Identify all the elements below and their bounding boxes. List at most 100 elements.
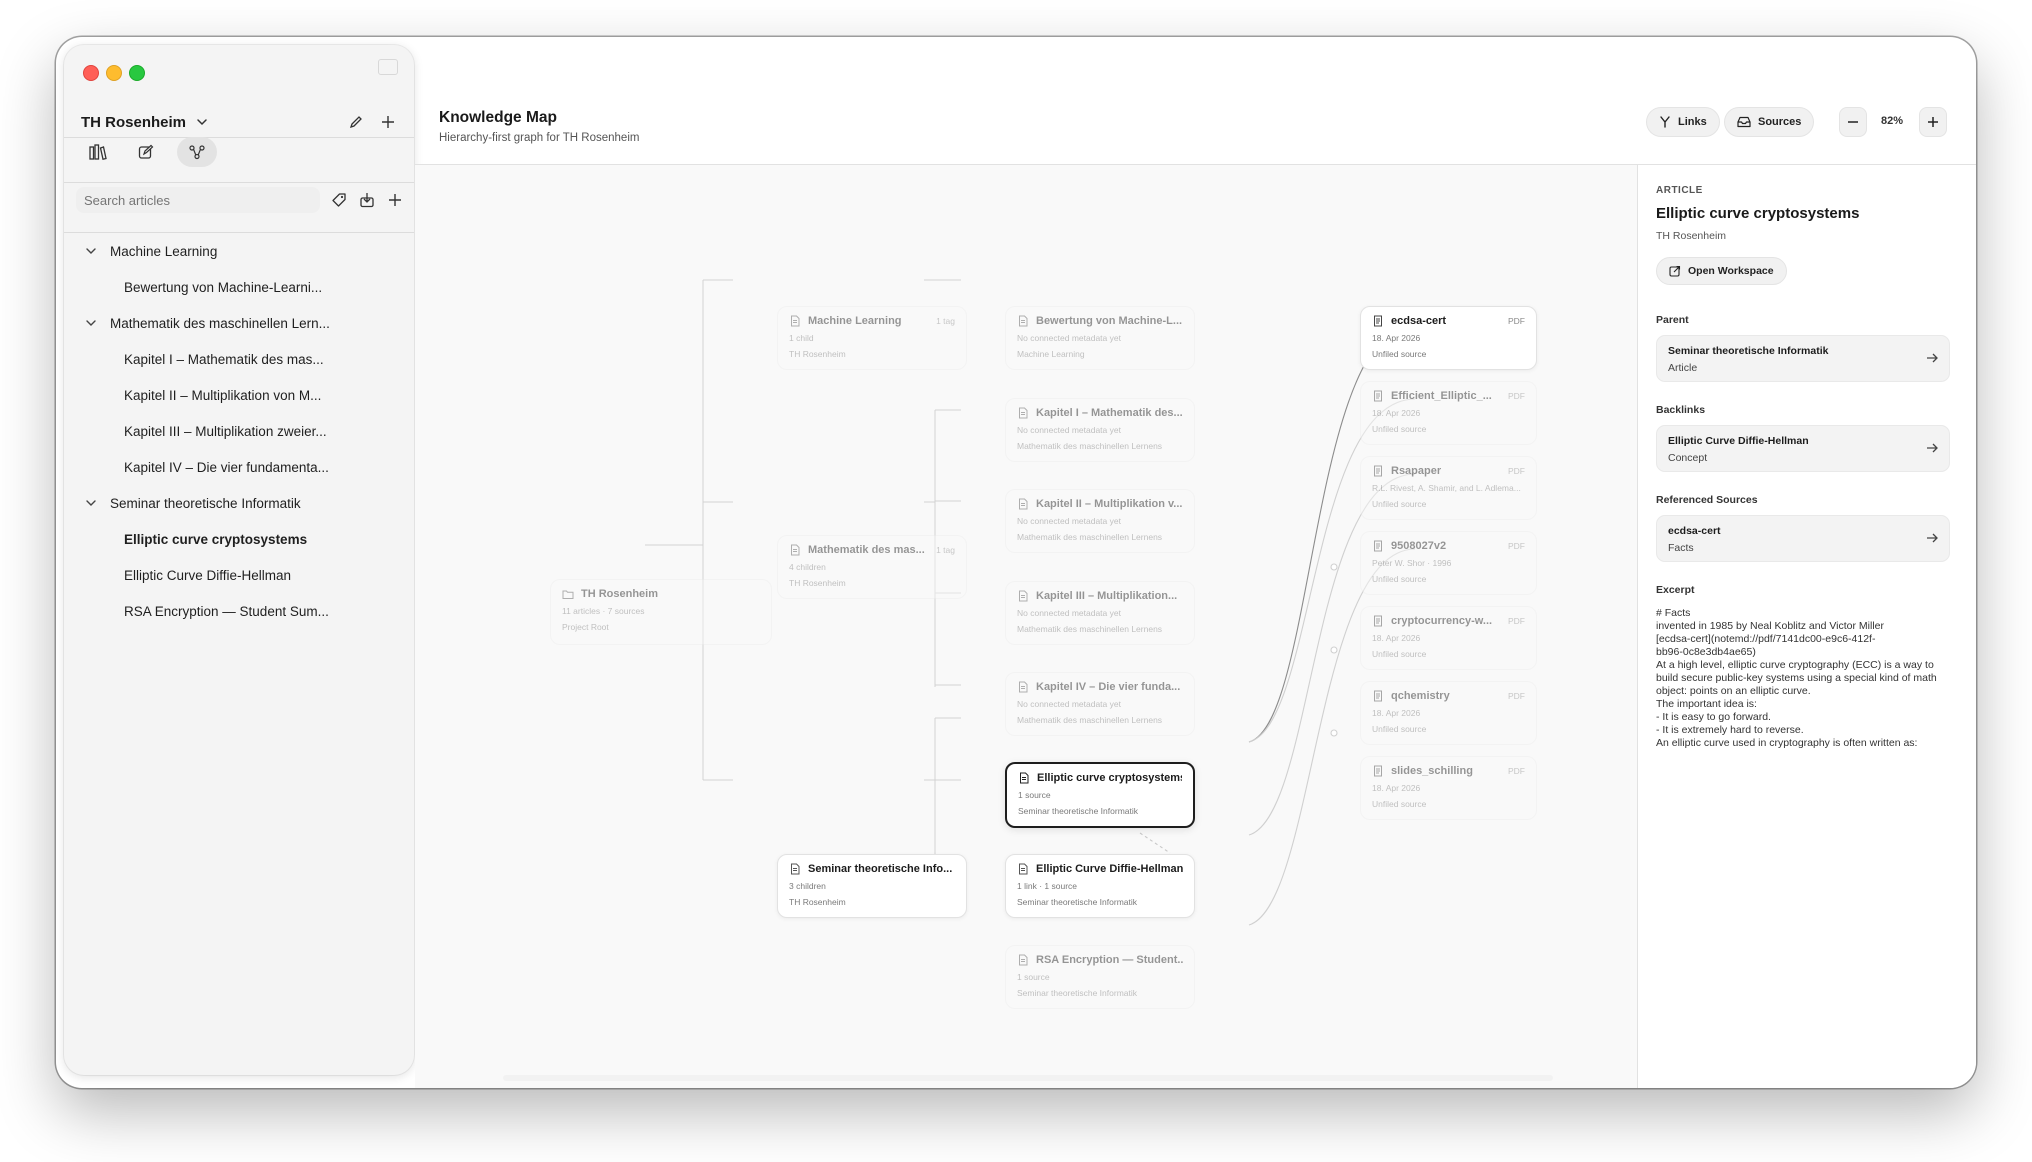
graph-node-source[interactable]: ecdsa-cert PDF 18. Apr 2026 Unfiled sour… xyxy=(1360,306,1537,370)
node-title: ecdsa-cert xyxy=(1391,315,1447,327)
graph-view-button[interactable] xyxy=(177,137,217,167)
workspace-title[interactable]: TH Rosenheim xyxy=(81,114,186,131)
zoom-out-button[interactable] xyxy=(1839,107,1867,137)
document-icon xyxy=(1019,681,1028,693)
graph-node-topic[interactable]: Machine Learning 1 tag 1 child TH Rosenh… xyxy=(777,306,967,370)
node-title: Elliptic curve cryptosystems xyxy=(1037,772,1182,784)
graph-node-article[interactable]: Kapitel III – Multiplikation... No conne… xyxy=(1005,581,1195,645)
tree-item[interactable]: RSA Encryption — Student Sum... xyxy=(64,593,414,629)
tree-folder[interactable]: Seminar theoretische Informatik xyxy=(64,485,414,521)
tree-item[interactable]: Kapitel III – Multiplikation zweier... xyxy=(64,413,414,449)
graph-node-source[interactable]: Rsapaper PDF R.L. Rivest, A. Shamir, and… xyxy=(1360,456,1537,520)
graph-canvas[interactable]: TH Rosenheim 11 articles · 7 sources Pro… xyxy=(415,165,1637,1088)
node-meta: TH Rosenheim xyxy=(789,578,846,588)
graph-node-topic[interactable]: Mathematik des mas... 1 tag 4 children T… xyxy=(777,535,967,599)
document-icon xyxy=(791,544,800,556)
tree-item[interactable]: Bewertung von Machine-Learni... xyxy=(64,269,414,305)
node-meta: Mathematik des maschinellen Lernens xyxy=(1017,715,1163,725)
node-badge: PDF xyxy=(1508,691,1525,701)
tree-item[interactable]: Kapitel I – Mathematik des mas... xyxy=(64,341,414,377)
chevron-down-icon[interactable] xyxy=(84,496,98,510)
import-icon[interactable] xyxy=(358,191,376,209)
links-toggle-button[interactable]: Links xyxy=(1646,107,1720,137)
tree-item-label: Kapitel IV – Die vier fundamenta... xyxy=(124,459,329,475)
node-title: Machine Learning xyxy=(808,315,902,327)
card-title: Seminar theoretische Informatik xyxy=(1668,345,1829,357)
tag-icon[interactable] xyxy=(330,191,348,209)
open-external-icon xyxy=(1669,265,1681,277)
canvas-scrollbar[interactable] xyxy=(503,1075,1553,1081)
sidebar-toggle-icon[interactable] xyxy=(378,59,398,75)
card-subtitle: Facts xyxy=(1668,542,1694,554)
tree-item-label: Elliptic curve cryptosystems xyxy=(124,531,308,547)
chevron-down-icon[interactable] xyxy=(84,244,98,258)
links-label: Links xyxy=(1678,116,1707,128)
tree-folder[interactable]: Machine Learning xyxy=(64,233,414,269)
plus-icon xyxy=(1928,117,1938,127)
graph-node-source[interactable]: slides_schilling PDF 18. Apr 2026 Unfile… xyxy=(1360,756,1537,820)
graph-node-article[interactable]: Bewertung von Machine-L... No connected … xyxy=(1005,306,1195,370)
node-meta: Seminar theoretische Informatik xyxy=(1018,806,1138,816)
node-meta: No connected metadata yet xyxy=(1017,699,1121,709)
node-meta: Unfiled source xyxy=(1372,424,1427,434)
zoom-in-button[interactable] xyxy=(1919,107,1947,137)
edit-icon[interactable] xyxy=(347,113,365,131)
node-badge: PDF xyxy=(1508,616,1525,626)
minimize-window-button[interactable] xyxy=(106,65,122,81)
node-title: TH Rosenheim xyxy=(581,588,659,600)
editor-view-button[interactable] xyxy=(129,137,163,167)
backlink-card[interactable]: Elliptic Curve Diffie-Hellman Concept xyxy=(1656,425,1950,472)
excerpt-line: # Facts xyxy=(1656,607,1691,619)
arrow-right-icon xyxy=(1927,353,1938,363)
graph-node-topic[interactable]: Seminar theoretische Info... 3 children … xyxy=(777,854,967,918)
node-title: cryptocurrency-w... xyxy=(1391,615,1493,627)
source-card[interactable]: ecdsa-cert Facts xyxy=(1656,515,1950,562)
node-meta: 11 articles · 7 sources xyxy=(562,606,645,616)
add-icon[interactable] xyxy=(379,113,397,131)
library-view-button[interactable] xyxy=(81,137,115,167)
document-icon xyxy=(1019,315,1028,327)
graph-node-article[interactable]: RSA Encryption — Student... 1 source Sem… xyxy=(1005,945,1195,1009)
tree-item-label: RSA Encryption — Student Sum... xyxy=(124,603,329,619)
node-meta: 4 children xyxy=(789,562,826,572)
graph-node-source[interactable]: 9508027v2 PDF Peter W. Shor · 1996 Unfil… xyxy=(1360,531,1537,595)
workspace-row: TH Rosenheim xyxy=(81,110,397,134)
graph-node-source[interactable]: qchemistry PDF 18. Apr 2026 Unfiled sour… xyxy=(1360,681,1537,745)
node-title: Kapitel II – Multiplikation v... xyxy=(1036,498,1183,510)
chevron-down-icon[interactable] xyxy=(194,114,210,130)
backlinks-label: Backlinks xyxy=(1656,404,1706,416)
node-meta: Seminar theoretische Informatik xyxy=(1017,897,1137,907)
graph-node-root[interactable]: TH Rosenheim 11 articles · 7 sources Pro… xyxy=(550,579,772,645)
graph-node-article[interactable]: Elliptic Curve Diffie-Hellman 1 link · 1… xyxy=(1005,854,1195,918)
graph-node-article-selected[interactable]: Elliptic curve cryptosystems 1 source Se… xyxy=(1005,762,1195,828)
excerpt-line: - It is easy to go forward. xyxy=(1656,711,1771,723)
sources-toggle-button[interactable]: Sources xyxy=(1724,107,1815,137)
graph-node-source[interactable]: Efficient_Elliptic_... PDF 18. Apr 2026 … xyxy=(1360,381,1537,445)
graph-node-source[interactable]: cryptocurrency-w... PDF 18. Apr 2026 Unf… xyxy=(1360,606,1537,670)
zoom-window-button[interactable] xyxy=(129,65,145,81)
tree-item-label: Seminar theoretische Informatik xyxy=(110,495,301,511)
close-window-button[interactable] xyxy=(83,65,99,81)
graph-node-article[interactable]: Kapitel I – Mathematik des... No connect… xyxy=(1005,398,1195,462)
tree-folder[interactable]: Mathematik des maschinellen Lern... xyxy=(64,305,414,341)
excerpt-line: object: points on an elliptic curve. xyxy=(1656,685,1811,697)
graph-node-article[interactable]: Kapitel II – Multiplikation v... No conn… xyxy=(1005,489,1195,553)
parent-card[interactable]: Seminar theoretische Informatik Article xyxy=(1656,335,1950,382)
excerpt-line: At a high level, elliptic curve cryptogr… xyxy=(1656,659,1934,671)
graph-node-article[interactable]: Kapitel IV – Die vier funda... No connec… xyxy=(1005,672,1195,736)
open-workspace-button[interactable]: Open Workspace xyxy=(1656,257,1787,285)
node-meta: Peter W. Shor · 1996 xyxy=(1372,558,1452,568)
search-input[interactable] xyxy=(76,187,320,213)
node-badge: PDF xyxy=(1508,316,1525,326)
tree-item-selected[interactable]: Elliptic curve cryptosystems xyxy=(64,521,414,557)
chevron-down-icon[interactable] xyxy=(84,316,98,330)
node-badge: 1 tag xyxy=(936,316,955,326)
node-meta: Unfiled source xyxy=(1372,499,1427,509)
card-subtitle: Concept xyxy=(1668,452,1708,464)
tree-item[interactable]: Elliptic Curve Diffie-Hellman xyxy=(64,557,414,593)
tree-item[interactable]: Kapitel II – Multiplikation von M... xyxy=(64,377,414,413)
tree-item[interactable]: Kapitel IV – Die vier fundamenta... xyxy=(64,449,414,485)
inspector-kicker: ARTICLE xyxy=(1656,185,1703,196)
node-meta: Unfiled source xyxy=(1372,349,1427,359)
new-article-icon[interactable] xyxy=(386,191,404,209)
